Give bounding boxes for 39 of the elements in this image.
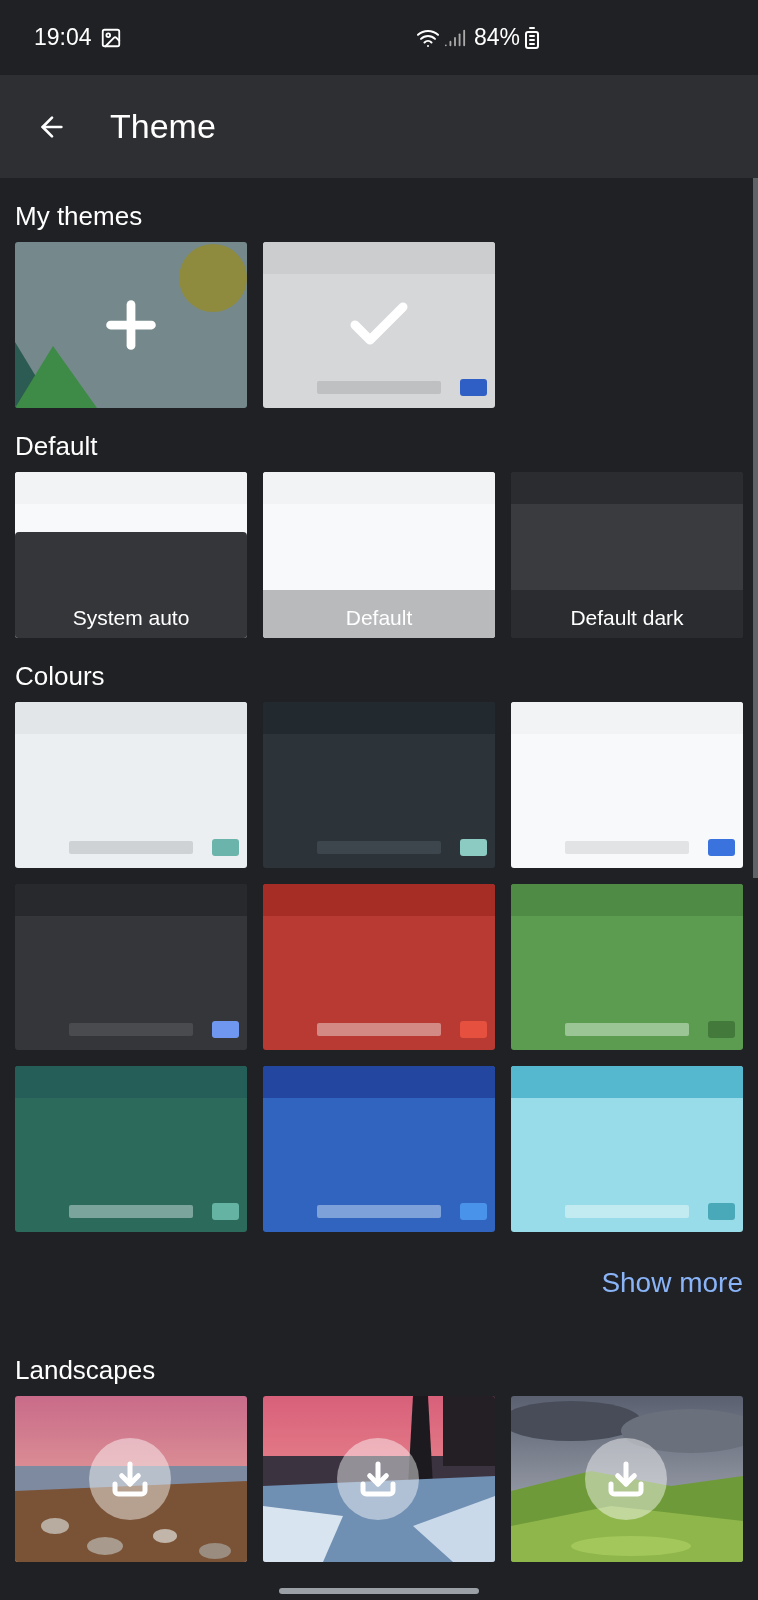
accent-key	[212, 1203, 239, 1220]
battery-level: 84%	[473, 23, 520, 53]
theme-tile[interactable]	[511, 884, 743, 1050]
accent-key	[460, 839, 487, 856]
section-title: My themes	[15, 200, 144, 233]
theme-tile[interactable]	[15, 884, 247, 1050]
theme-tile[interactable]	[263, 242, 495, 408]
theme-tile[interactable]	[15, 702, 247, 868]
tile-label: Default	[345, 607, 413, 628]
theme-tile[interactable]	[511, 1066, 743, 1232]
add-theme-tile[interactable]	[15, 242, 247, 408]
accent-key	[460, 1021, 487, 1038]
accent-key	[460, 379, 487, 396]
theme-tile[interactable]: Default dark	[511, 472, 743, 638]
section-title: Default	[15, 430, 99, 463]
theme-tile[interactable]	[263, 1066, 495, 1232]
accent-key	[708, 1203, 735, 1220]
accent-key	[212, 839, 239, 856]
download-icon	[358, 1459, 398, 1499]
theme-tile[interactable]	[15, 1066, 247, 1232]
accent-key	[212, 1021, 239, 1038]
section-title: Colours	[15, 660, 106, 693]
theme-tile[interactable]: System auto	[15, 472, 247, 638]
download-icon	[606, 1459, 646, 1499]
download-icon	[110, 1459, 150, 1499]
clock: 19:04	[34, 23, 92, 53]
theme-tile[interactable]	[511, 702, 743, 868]
section-title: Landscapes	[15, 1354, 157, 1387]
show-more-link[interactable]: Show more	[601, 1262, 743, 1304]
accent-key	[708, 839, 735, 856]
image-icon	[99, 26, 122, 49]
sun-circle	[179, 244, 247, 312]
page-title: Theme	[110, 106, 216, 147]
accent-key	[708, 1021, 735, 1038]
theme-tile[interactable]	[263, 702, 495, 868]
theme-tile[interactable]	[263, 884, 495, 1050]
tile-label: Default dark	[570, 607, 684, 628]
tile-label: System auto	[72, 607, 190, 628]
accent-key	[460, 1203, 487, 1220]
